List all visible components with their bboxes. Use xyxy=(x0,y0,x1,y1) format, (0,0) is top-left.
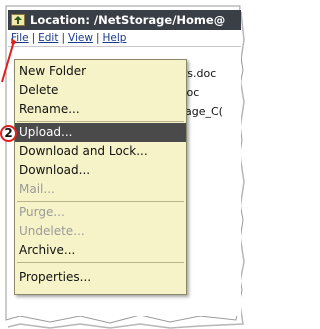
arrowhead-icon xyxy=(11,38,17,46)
step-callout-badge: 2 xyxy=(0,125,17,142)
callout-pointer-line xyxy=(1,40,15,83)
callout-arrow xyxy=(1,38,17,83)
